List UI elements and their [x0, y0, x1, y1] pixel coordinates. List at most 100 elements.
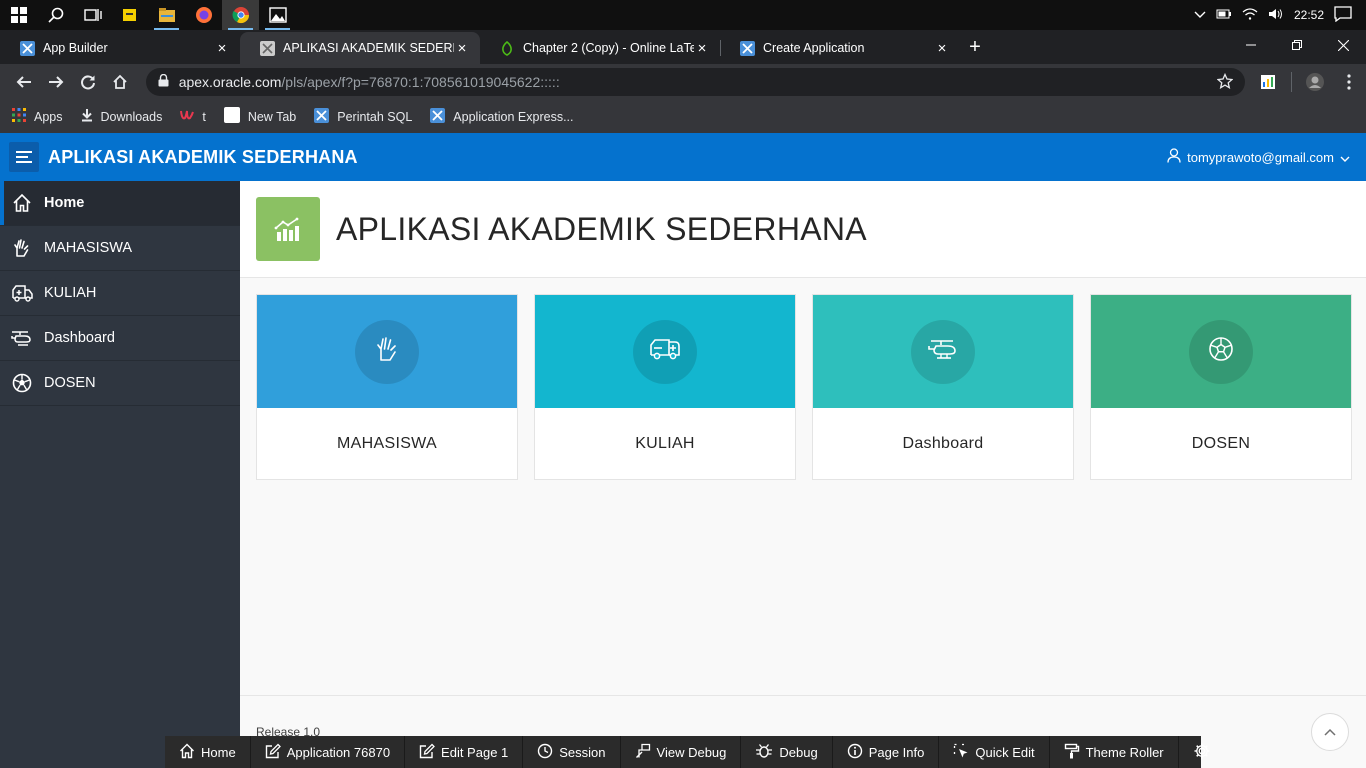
- card-icon-circle: [633, 319, 697, 384]
- bookmark-label: Downloads: [100, 109, 163, 124]
- new-tab-button[interactable]: +: [960, 32, 990, 64]
- chrome-menu-icon[interactable]: [1332, 66, 1366, 98]
- hamburger-menu-icon[interactable]: [9, 142, 39, 172]
- card-label: KULIAH: [635, 435, 695, 452]
- dev-quick-edit-button[interactable]: Quick Edit: [939, 736, 1050, 768]
- dev-debug-button[interactable]: Debug: [741, 736, 833, 768]
- bookmark-star-icon[interactable]: [1216, 72, 1234, 92]
- app-header: APLIKASI AKADEMIK SEDERHANA tomyprawoto@…: [0, 133, 1366, 181]
- card-dosen[interactable]: DOSEN: [1090, 294, 1352, 480]
- nav-item-home[interactable]: Home: [0, 181, 240, 226]
- browser-tab-app-builder[interactable]: App Builder ×: [0, 32, 240, 64]
- user-menu[interactable]: tomyprawoto@gmail.com: [1167, 148, 1350, 166]
- download-icon: [81, 108, 93, 125]
- bookmark-label: t: [202, 109, 206, 124]
- apex-icon: [740, 40, 755, 56]
- ambulance-icon: [0, 284, 44, 302]
- browser-tab-create-application[interactable]: Create Application ×: [720, 32, 960, 64]
- card-icon-circle: [911, 319, 975, 384]
- nav-label: DOSEN: [44, 375, 96, 391]
- dev-home-button[interactable]: Home: [165, 736, 251, 768]
- task-view-icon[interactable]: [74, 0, 111, 30]
- dev-view-debug-button[interactable]: View Debug: [621, 736, 742, 768]
- bookmark-perintah-sql[interactable]: Perintah SQL: [314, 107, 412, 126]
- card-mahasiswa[interactable]: MAHASISWA: [256, 294, 518, 480]
- home-browser-icon[interactable]: [104, 66, 136, 98]
- bookmark-apps[interactable]: Apps: [12, 108, 63, 125]
- app-title[interactable]: APLIKASI AKADEMIK SEDERHANA: [48, 147, 358, 168]
- lock-icon[interactable]: [158, 73, 169, 90]
- hero-region: APLIKASI AKADEMIK SEDERHANA: [240, 181, 1366, 278]
- clock-icon: [537, 743, 553, 762]
- browser-tab-aplikasi[interactable]: APLIKASI AKADEMIK SEDERHANA ×: [240, 32, 480, 64]
- clock-time[interactable]: 22:52: [1294, 8, 1324, 22]
- card-header: [1091, 295, 1351, 408]
- nav-label: Dashboard: [44, 330, 115, 346]
- cards-region: MAHASISWA KULIAH Dashboard DOSEN: [256, 294, 1352, 480]
- bookmark-label: Apps: [34, 109, 63, 124]
- chrome-icon[interactable]: [222, 0, 259, 30]
- user-icon: [1167, 148, 1181, 166]
- edit-icon: [419, 743, 435, 762]
- apex-icon: [314, 107, 330, 126]
- card-label: DOSEN: [1191, 435, 1251, 452]
- sticky-notes-icon[interactable]: [111, 0, 148, 30]
- browser-tab-overleaf[interactable]: Chapter 2 (Copy) - Online LaTeX E ×: [480, 32, 720, 64]
- hand-icon: [374, 335, 400, 368]
- wifi-icon[interactable]: [1242, 7, 1258, 23]
- minimize-icon[interactable]: [1228, 30, 1274, 60]
- nav-label: Home: [44, 195, 85, 211]
- browser-tab-strip: App Builder × APLIKASI AKADEMIK SEDERHAN…: [0, 30, 1366, 64]
- reload-icon[interactable]: [72, 66, 104, 98]
- bookmark-label: New Tab: [247, 109, 297, 124]
- card-kuliah[interactable]: KULIAH: [534, 294, 796, 480]
- card-icon-circle: [1189, 319, 1253, 384]
- u-logo-icon: [180, 109, 195, 124]
- chevron-up-icon[interactable]: [1194, 8, 1206, 22]
- nav-item-kuliah[interactable]: KULIAH: [0, 271, 240, 316]
- close-tab-icon[interactable]: ×: [454, 40, 470, 57]
- dev-theme-roller-button[interactable]: Theme Roller: [1050, 736, 1179, 768]
- user-email: tomyprawoto@gmail.com: [1187, 149, 1334, 165]
- close-tab-icon[interactable]: ×: [934, 40, 950, 57]
- volume-icon[interactable]: [1268, 8, 1284, 23]
- bookmark-new-tab[interactable]: New Tab: [223, 107, 297, 126]
- scroll-to-top-button[interactable]: [1311, 713, 1349, 751]
- dev-settings-button[interactable]: [1179, 736, 1225, 768]
- dev-application-button[interactable]: Application 76870: [251, 736, 406, 768]
- notification-icon[interactable]: [1334, 5, 1352, 25]
- restore-icon[interactable]: [1274, 30, 1320, 60]
- search-icon[interactable]: [37, 0, 74, 30]
- url-bar[interactable]: apex.oracle.com/pls/apex/f?p=76870:1:708…: [145, 68, 1246, 96]
- forward-icon[interactable]: [40, 66, 72, 98]
- file-explorer-icon[interactable]: [148, 0, 185, 30]
- back-icon[interactable]: [8, 66, 40, 98]
- dev-edit-page-button[interactable]: Edit Page 1: [405, 736, 524, 768]
- dev-label: Debug: [779, 744, 818, 760]
- dev-page-info-button[interactable]: Page Info: [833, 736, 940, 768]
- dev-label: Edit Page 1: [441, 744, 509, 760]
- card-label: MAHASISWA: [337, 435, 437, 452]
- nav-item-dosen[interactable]: DOSEN: [0, 361, 240, 406]
- bookmark-t[interactable]: t: [180, 109, 206, 124]
- close-tab-icon[interactable]: ×: [214, 40, 230, 57]
- page-icon: [260, 40, 275, 56]
- close-tab-icon[interactable]: ×: [694, 40, 710, 57]
- bookmark-application-express[interactable]: Application Express...: [430, 107, 574, 126]
- battery-icon[interactable]: [1216, 8, 1232, 22]
- dev-session-button[interactable]: Session: [523, 736, 621, 768]
- avatar[interactable]: [1298, 66, 1332, 98]
- nav-item-mahasiswa[interactable]: MAHASISWA: [0, 226, 240, 271]
- close-window-icon[interactable]: [1320, 30, 1366, 60]
- firefox-icon[interactable]: [185, 0, 222, 30]
- windows-start-icon[interactable]: [0, 0, 37, 30]
- overleaf-icon: [500, 40, 515, 56]
- extension-icon[interactable]: [1251, 66, 1285, 98]
- chevron-down-icon: [1340, 150, 1350, 165]
- photos-icon[interactable]: [259, 0, 296, 30]
- dev-label: Page Info: [868, 744, 925, 760]
- nav-item-dashboard[interactable]: Dashboard: [0, 316, 240, 361]
- bookmark-downloads[interactable]: Downloads: [81, 108, 163, 125]
- gear-icon: [1193, 742, 1211, 763]
- card-dashboard[interactable]: Dashboard: [812, 294, 1074, 480]
